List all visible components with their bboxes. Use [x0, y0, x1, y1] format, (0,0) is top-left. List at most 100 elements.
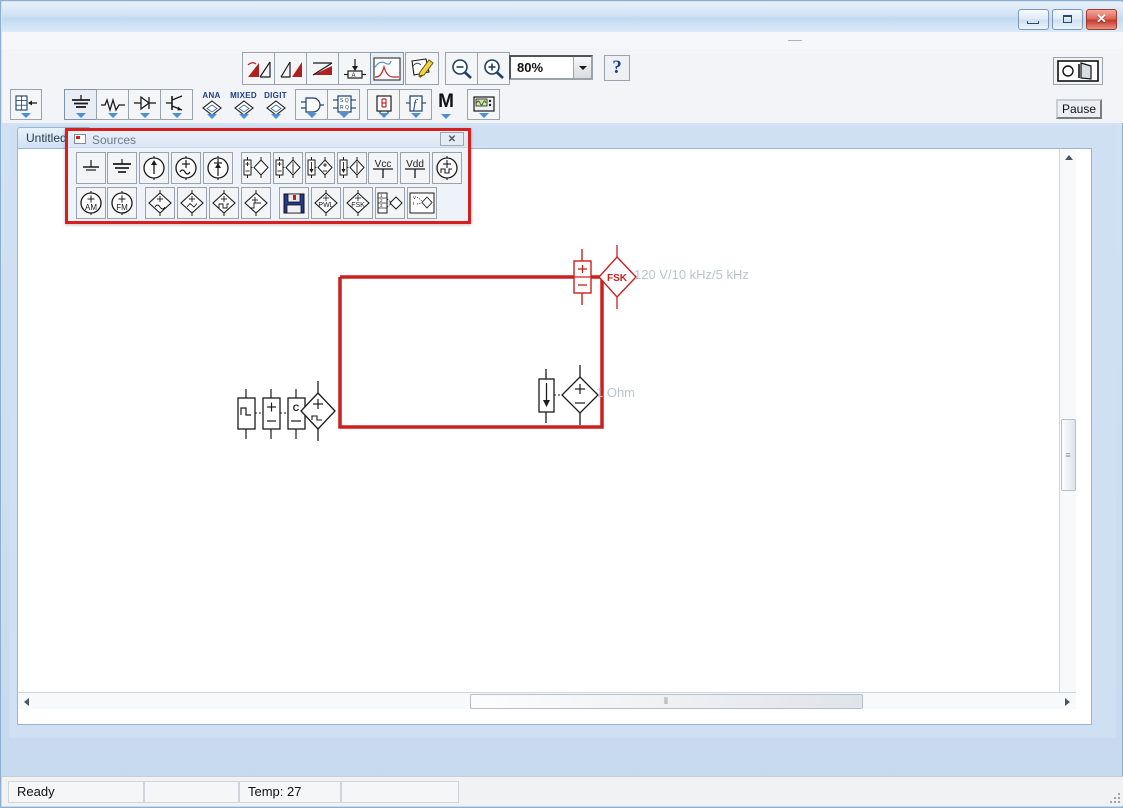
place-electromechanical-button[interactable]: M [431, 89, 461, 120]
menu-bar[interactable] [2, 32, 1123, 50]
scroll-right-button[interactable] [1059, 693, 1076, 709]
voltage-controlled-square-wave-button[interactable] [209, 187, 239, 219]
am-source-button[interactable]: AM [76, 187, 106, 219]
dropdown-arrow-icon[interactable] [479, 113, 489, 118]
fm-source-button[interactable]: FM [107, 187, 137, 219]
polynomial-source-button[interactable]: 1 2 3 [375, 187, 405, 219]
ccvs-icon [306, 156, 334, 180]
dropdown-arrow-icon[interactable] [21, 113, 31, 118]
dropdown-arrow-icon[interactable] [379, 113, 389, 118]
voltage-controlled-triangle-wave-button[interactable] [177, 187, 207, 219]
minimize-icon [1027, 21, 1039, 24]
nonlinear-dependent-source-button[interactable]: V I [407, 187, 437, 219]
place-cmos-button[interactable]: S Q R Q [327, 89, 360, 120]
place-instrument-button[interactable] [467, 89, 500, 120]
vcvs-icon [242, 156, 270, 180]
voltage-controlled-current-source-button[interactable] [273, 152, 303, 184]
grapher-view-button[interactable] [370, 52, 404, 85]
transient-analysis-button[interactable] [242, 52, 275, 85]
ground-icon [79, 157, 103, 179]
pwl-source-button[interactable]: PWL [311, 187, 341, 219]
scroll-left-button[interactable] [18, 693, 35, 709]
clock-source-button[interactable] [432, 152, 462, 184]
vdd-supply-button[interactable]: Vdd [400, 152, 430, 184]
postprocessor-button[interactable] [405, 52, 439, 85]
vcc-supply-button[interactable]: Vcc [368, 152, 398, 184]
place-indicator-button[interactable] [367, 89, 400, 120]
current-controlled-current-source-button[interactable] [337, 152, 367, 184]
pause-button[interactable]: Pause [1056, 99, 1102, 119]
minimize-button[interactable] [1018, 9, 1049, 30]
resistor-icon [99, 95, 127, 115]
run-simulation-switch[interactable] [1053, 57, 1103, 85]
save-source-button[interactable] [279, 187, 309, 219]
fsk-source-button[interactable]: FSK [343, 187, 373, 219]
voltage-controlled-piecewise-source-button[interactable] [241, 187, 271, 219]
dc-current-source-button[interactable] [139, 152, 169, 184]
polynomial-source-icon: 1 2 3 [376, 190, 404, 216]
help-label: ? [612, 57, 622, 79]
dropdown-arrow-icon[interactable] [172, 113, 182, 118]
schematic-canvas[interactable]: FSK [18, 149, 1076, 709]
digital-ground-button[interactable] [107, 152, 137, 184]
close-icon: ✕ [1087, 10, 1116, 29]
dropdown-arrow-icon[interactable] [108, 113, 118, 118]
dropdown-arrow-icon[interactable] [411, 113, 421, 118]
place-analog-button[interactable]: ANA [195, 89, 228, 120]
sources-palette-close-button[interactable]: ✕ [440, 132, 464, 146]
zoom-out-button[interactable] [445, 52, 478, 85]
place-mixed-button[interactable]: MIXED [227, 89, 260, 120]
sources-palette-title-bar[interactable]: Sources ✕ [68, 131, 468, 148]
place-hierarchical-block-button[interactable] [10, 89, 42, 120]
close-button[interactable]: ✕ [1086, 9, 1117, 30]
dropdown-arrow-icon[interactable] [239, 114, 249, 119]
ac-voltage-source-button[interactable] [171, 152, 201, 184]
place-source-button[interactable] [64, 89, 97, 120]
scroll-thumb-grip: ≡ [1065, 450, 1071, 460]
place-ttl-button[interactable] [295, 89, 328, 120]
place-diode-button[interactable] [128, 89, 161, 120]
dropdown-arrow-icon[interactable] [207, 114, 217, 119]
ac-current-source-button[interactable] [203, 152, 233, 184]
chevron-down-icon[interactable] [573, 57, 591, 78]
sources-palette[interactable]: Sources ✕ [65, 128, 471, 224]
current-controlled-voltage-source-button[interactable] [305, 152, 335, 184]
probe-analysis-button[interactable]: A [338, 52, 371, 85]
zoom-level-value: 80% [511, 60, 573, 75]
window-controls: ✕ [1018, 9, 1117, 30]
ground-button[interactable] [76, 152, 106, 184]
scroll-up-button[interactable] [1060, 149, 1076, 166]
dropdown-arrow-icon[interactable] [339, 113, 349, 118]
schematic-drawing: FSK [18, 149, 1076, 709]
fsk-diamond-icon: FSK [344, 190, 372, 216]
dropdown-arrow-icon[interactable] [76, 113, 86, 118]
ac-analysis-button[interactable] [274, 52, 307, 85]
vertical-scroll-thumb[interactable]: ≡ [1061, 419, 1076, 491]
document-tab-label: Untitled [26, 131, 67, 145]
svg-text:V: V [413, 195, 416, 200]
sources-palette-title: Sources [92, 133, 136, 147]
ac-current-source-icon [205, 155, 231, 181]
voltage-controlled-sine-wave-button[interactable] [145, 187, 175, 219]
place-digital-button[interactable]: DIGIT [259, 89, 292, 120]
magnifier-plus-icon [481, 57, 507, 81]
dc-sweep-analysis-button[interactable] [306, 52, 339, 85]
svg-text:A: A [351, 73, 355, 79]
zoom-level-combo[interactable]: 80% [509, 55, 593, 80]
vertical-scrollbar[interactable]: ≡ [1059, 149, 1076, 709]
place-misc-function-button[interactable]: f [399, 89, 432, 120]
maximize-button[interactable] [1052, 9, 1083, 30]
zoom-in-button[interactable] [477, 52, 510, 85]
dropdown-arrow-icon[interactable] [307, 113, 317, 118]
dropdown-arrow-icon[interactable] [441, 114, 451, 119]
horizontal-scrollbar[interactable]: ⦀ [18, 692, 1076, 709]
voltage-controlled-voltage-source-button[interactable] [241, 152, 271, 184]
help-button[interactable]: ? [604, 55, 630, 81]
dropdown-arrow-icon[interactable] [140, 113, 150, 118]
place-basic-button[interactable] [96, 89, 129, 120]
dropdown-arrow-icon[interactable] [271, 114, 281, 119]
resize-gripper-icon[interactable] [1108, 791, 1120, 803]
temperature-status: Temp: 27 [239, 781, 341, 803]
horizontal-scroll-thumb[interactable]: ⦀ [470, 694, 863, 709]
place-transistor-button[interactable] [160, 89, 193, 120]
